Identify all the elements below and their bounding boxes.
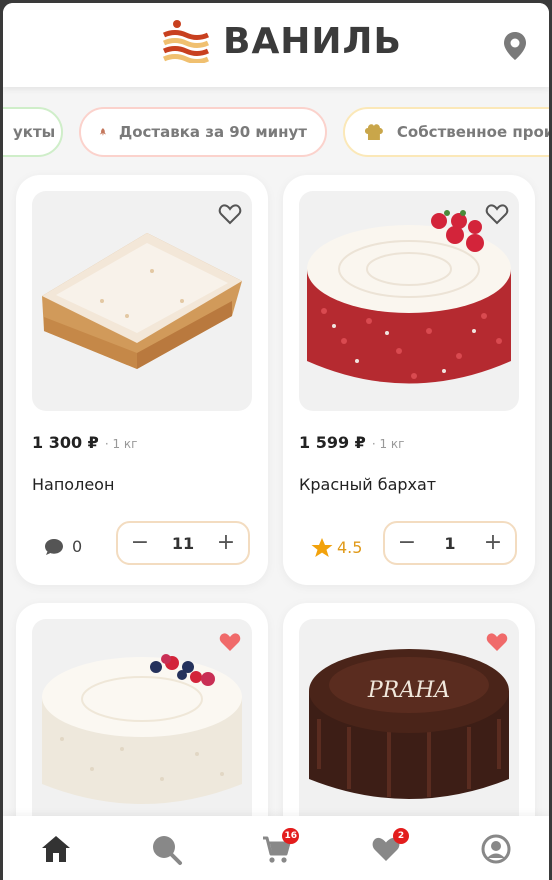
nav-profile[interactable] — [479, 832, 513, 866]
favorite-button[interactable] — [485, 631, 509, 657]
favorites-badge: 2 — [393, 828, 409, 844]
nav-home[interactable] — [39, 832, 73, 866]
header: ВАНИЛЬ — [3, 3, 549, 87]
favorite-button[interactable] — [485, 203, 509, 229]
decrease-button[interactable]: − — [130, 532, 150, 554]
cart-badge: 16 — [282, 828, 299, 844]
product-name[interactable]: Красный бархат — [299, 475, 436, 494]
increase-button[interactable]: + — [483, 532, 503, 554]
profile-icon — [481, 834, 511, 864]
price-row: 1 300 ₽ · 1 кг — [32, 433, 137, 452]
product-image[interactable] — [32, 191, 252, 411]
comments-value: 0 — [72, 537, 83, 556]
location-pin-icon — [504, 32, 526, 60]
app-screen: ВАНИЛЬ укты Доставка за 90 минут Собстве… — [3, 3, 549, 880]
chip-label: Собственное произ — [396, 123, 549, 141]
chip-delivery[interactable]: Доставка за 90 минут — [79, 107, 327, 157]
chef-hat-icon — [364, 124, 383, 140]
quantity-stepper: − 1 + — [383, 521, 517, 565]
nav-cart[interactable]: 16 — [259, 828, 299, 866]
search-icon — [153, 836, 182, 865]
chip-own-production[interactable]: Собственное произ — [343, 107, 549, 157]
heart-filled-icon — [486, 633, 508, 651]
quantity-stepper: − 11 + — [116, 521, 250, 565]
product-card[interactable]: 1 300 ₽ · 1 кг Наполеон 0 − 11 + — [16, 175, 268, 585]
product-name[interactable]: Наполеон — [32, 475, 114, 494]
rating-value: 4.5 — [337, 538, 363, 557]
chip-label: Доставка за 90 минут — [118, 123, 307, 141]
decrease-button[interactable]: − — [397, 532, 417, 554]
cake-inscription: PRAHA — [367, 678, 450, 703]
product-image[interactable]: PRAHA — [299, 619, 519, 839]
favorite-button[interactable] — [218, 203, 242, 229]
comment-icon — [45, 538, 63, 555]
cake-logo-icon — [163, 20, 209, 63]
brand-logo[interactable]: ВАНИЛЬ — [163, 19, 402, 63]
star-icon — [311, 538, 333, 557]
product-weight: · 1 кг — [104, 437, 138, 451]
heart-outline-icon — [485, 204, 509, 225]
product-card[interactable]: 1 599 ₽ · 1 кг Красный бархат 4.5 − 1 + — [283, 175, 535, 585]
product-price: 1 300 ₽ — [32, 433, 99, 452]
brand-name: ВАНИЛЬ — [223, 20, 402, 62]
product-image[interactable] — [32, 619, 252, 839]
chip-products[interactable]: укты — [3, 107, 63, 157]
feature-chips: укты Доставка за 90 минут Собственное пр… — [3, 107, 549, 165]
favorite-button[interactable] — [218, 631, 242, 657]
nav-search[interactable] — [149, 832, 183, 866]
quantity-value: 1 — [444, 533, 456, 553]
quantity-value: 11 — [171, 533, 195, 553]
product-image[interactable] — [299, 191, 519, 411]
product-weight: · 1 кг — [371, 437, 405, 451]
heart-filled-icon — [219, 633, 241, 651]
chip-label: укты — [13, 123, 56, 141]
comments-count[interactable]: 0 — [44, 537, 82, 556]
home-icon — [42, 836, 70, 862]
rocket-icon — [99, 128, 107, 136]
bottom-navigation: 16 2 — [3, 816, 549, 880]
heart-outline-icon — [218, 204, 242, 225]
increase-button[interactable]: + — [216, 532, 236, 554]
nav-favorites[interactable]: 2 — [369, 828, 409, 866]
product-price: 1 599 ₽ — [299, 433, 366, 452]
location-button[interactable] — [503, 31, 527, 65]
rating: 4.5 — [311, 537, 362, 558]
price-row: 1 599 ₽ · 1 кг — [299, 433, 404, 452]
